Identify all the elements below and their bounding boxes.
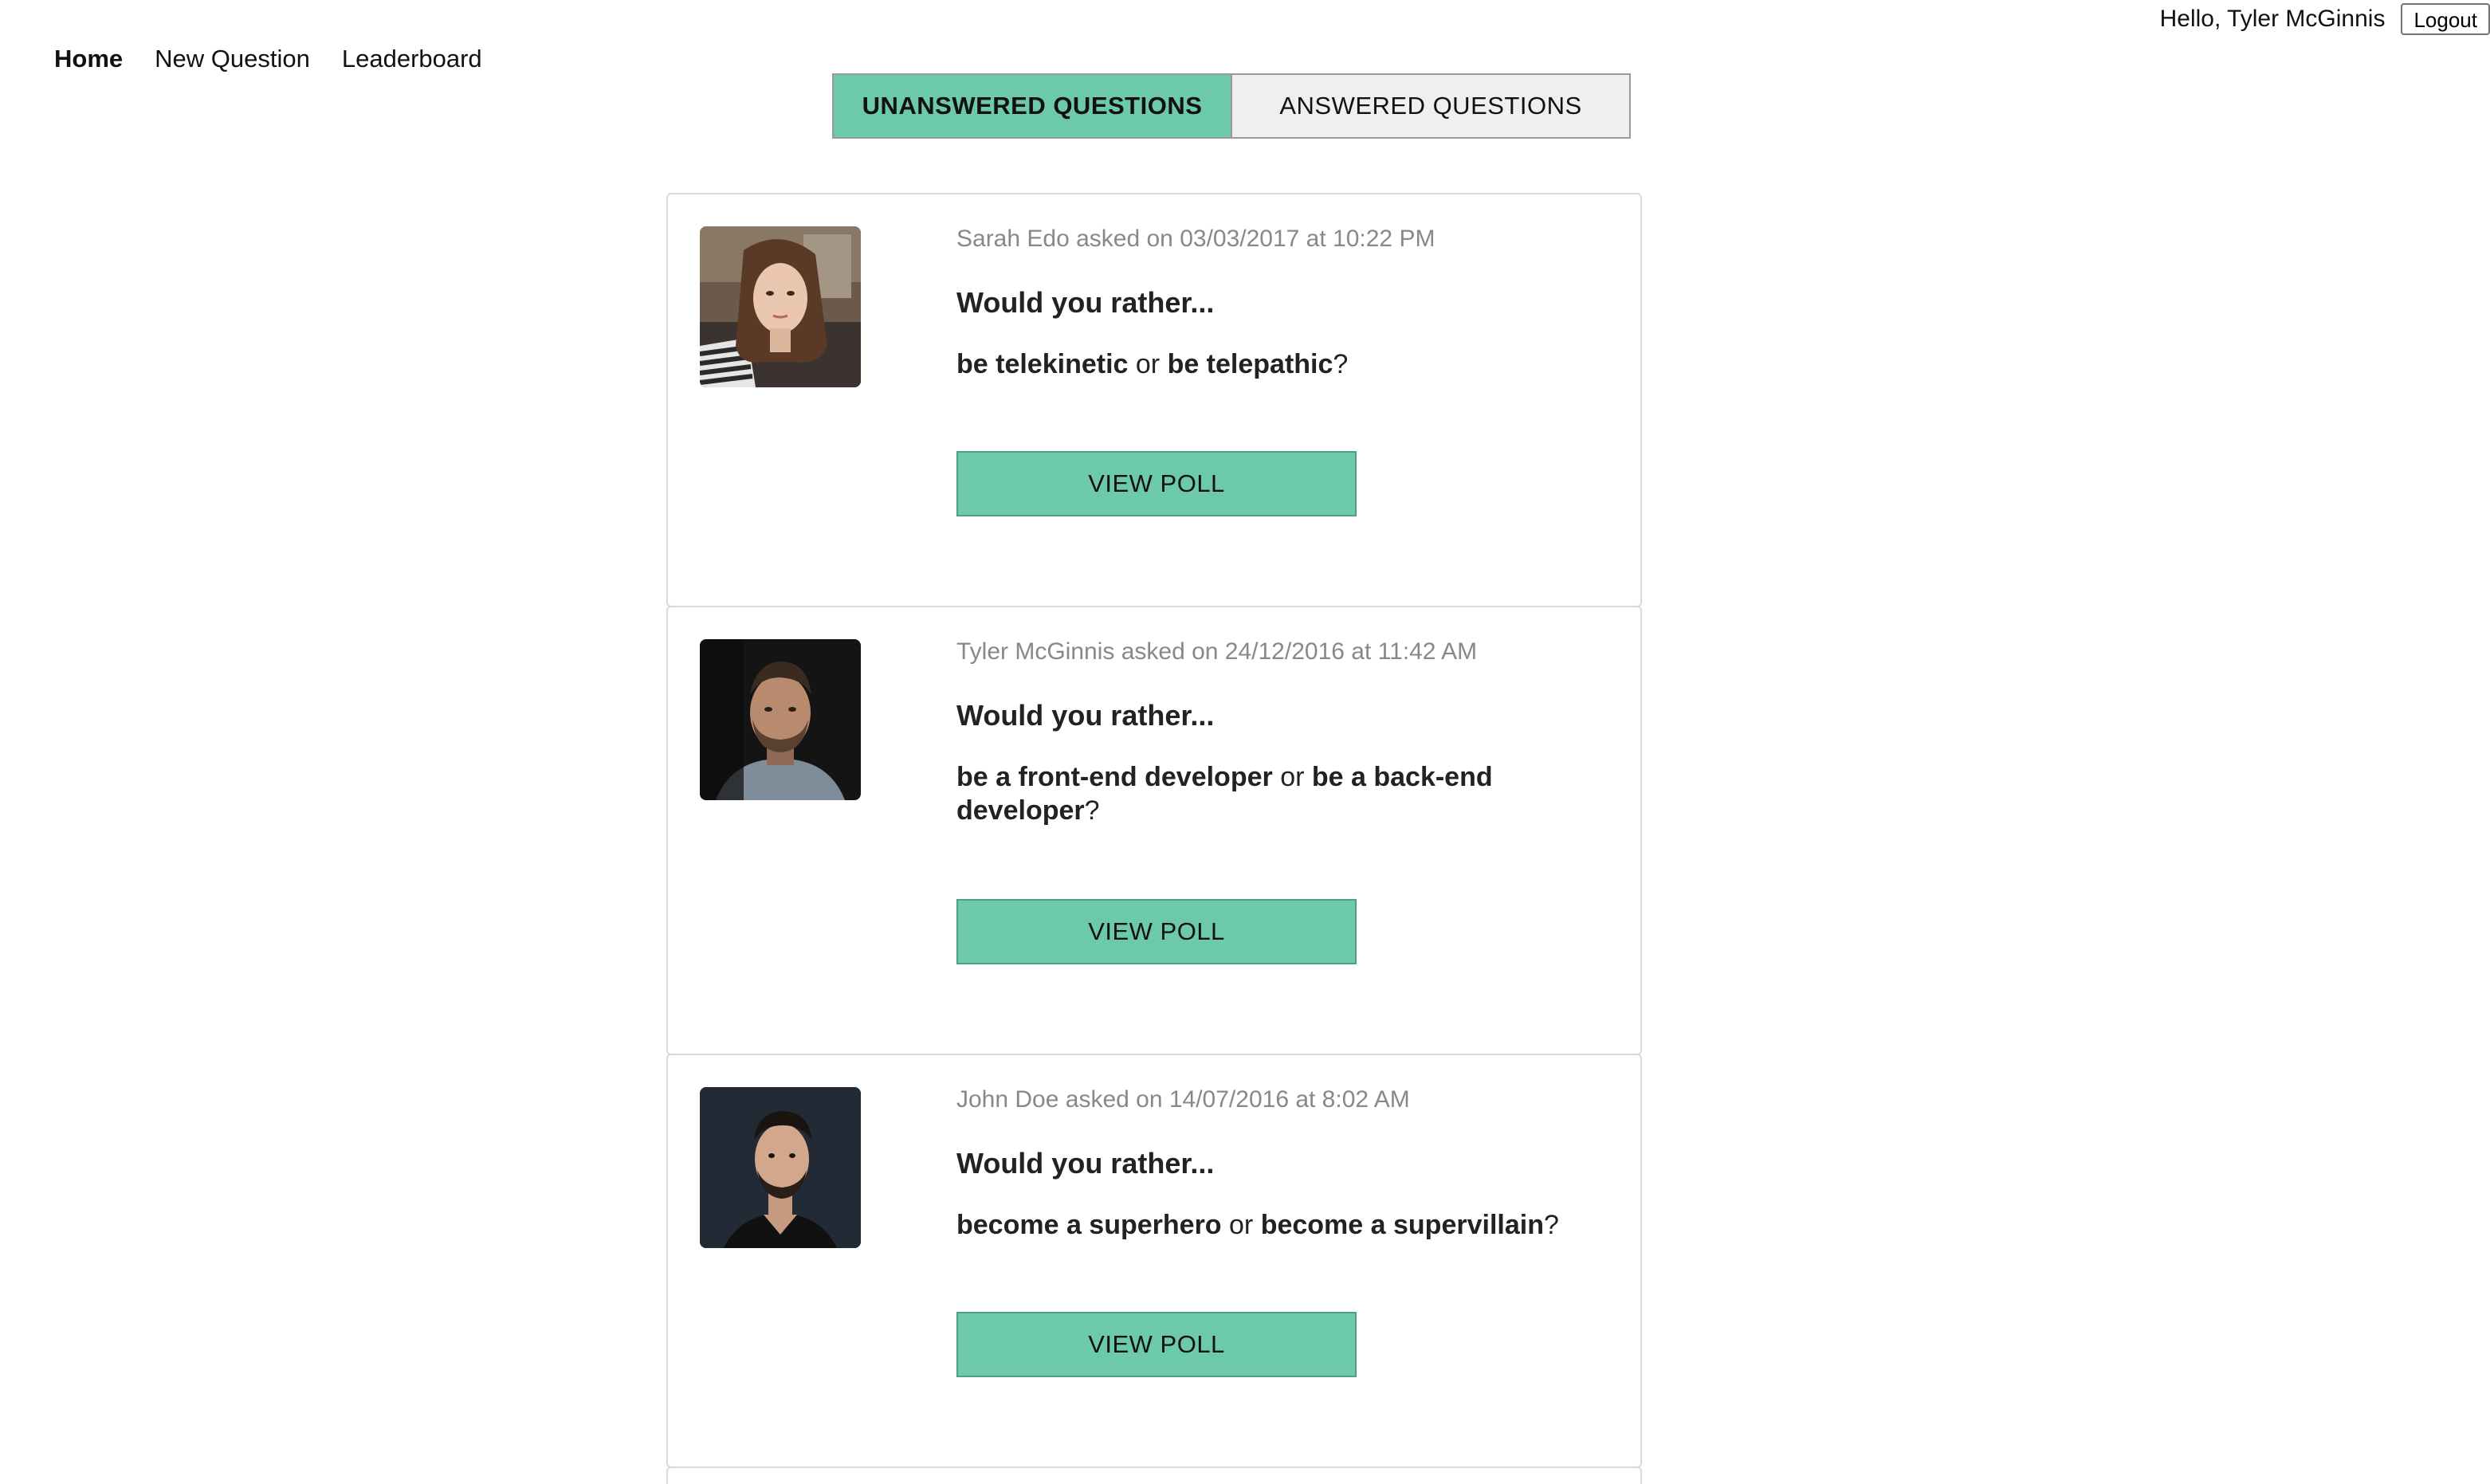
option-two: be telepathic [1167,349,1333,379]
question-prompt: Would you rather... [956,286,1215,319]
tab-answered-questions[interactable]: ANSWERED QUESTIONS [1231,73,1631,139]
nav-home[interactable]: Home [54,41,123,77]
tab-unanswered-questions[interactable]: UNANSWERED QUESTIONS [832,73,1232,139]
main-nav: Home New Question Leaderboard [54,41,482,77]
question-meta: Sarah Edo asked on 03/03/2017 at 10:22 P… [956,226,1435,252]
option-separator: or [1280,762,1305,792]
question-suffix: ? [1333,349,1349,379]
question-card: Sarah Edo asked on 03/03/2017 at 10:22 P… [666,193,1642,607]
view-poll-button[interactable]: VIEW POLL [956,1312,1357,1377]
logout-button[interactable]: Logout [2401,3,2490,35]
nav-leaderboard[interactable]: Leaderboard [342,41,482,77]
question-meta: Tyler McGinnis asked on 24/12/2016 at 11… [956,638,1478,665]
question-card: Tyler McGinnis asked on 24/12/2016 at 11… [666,606,1642,1055]
question-options: become a superhero or become a supervill… [956,1208,1610,1242]
question-prompt: Would you rather... [956,1147,1215,1180]
question-body: Sarah Edo asked on 03/03/2017 at 10:22 P… [956,223,1610,516]
question-body: John Doe asked on 14/07/2016 at 8:02 AM … [956,1084,1610,1377]
option-separator: or [1135,349,1161,379]
question-tabs: UNANSWERED QUESTIONS ANSWERED QUESTIONS [832,73,1631,139]
avatar [700,226,861,387]
view-poll-button[interactable]: VIEW POLL [956,451,1357,516]
question-card: John Doe asked on 14/07/2016 at 8:02 AM … [666,1054,1642,1468]
question-suffix: ? [1084,795,1100,826]
question-card-partial [666,1466,1642,1484]
question-body: Tyler McGinnis asked on 24/12/2016 at 11… [956,636,1610,964]
avatar-woman-icon [700,226,861,387]
view-poll-button[interactable]: VIEW POLL [956,899,1357,964]
question-options: be a front-end developer or be a back-en… [956,760,1610,827]
app-root: Hello, Tyler McGinnis Logout Home New Qu… [0,0,2490,1484]
option-separator: or [1229,1210,1254,1240]
nav-new-question[interactable]: New Question [155,41,310,77]
option-two: become a supervillain [1260,1210,1544,1240]
avatar [700,1087,861,1248]
avatar [700,639,861,800]
question-suffix: ? [1543,1210,1559,1240]
avatar-man-dark-icon [700,1087,861,1248]
avatar-man-bearded-icon [700,639,861,800]
question-prompt: Would you rather... [956,699,1215,732]
option-one: be telekinetic [956,349,1129,379]
user-greeting-bar: Hello, Tyler McGinnis Logout [2160,2,2490,37]
greeting-text: Hello, Tyler McGinnis [2159,6,2386,32]
option-one: become a superhero [956,1210,1222,1240]
option-one: be a front-end developer [956,762,1273,792]
question-list: Sarah Edo asked on 03/03/2017 at 10:22 P… [666,193,1642,1484]
question-meta: John Doe asked on 14/07/2016 at 8:02 AM [956,1086,1410,1113]
question-options: be telekinetic or be telepathic? [956,347,1610,381]
